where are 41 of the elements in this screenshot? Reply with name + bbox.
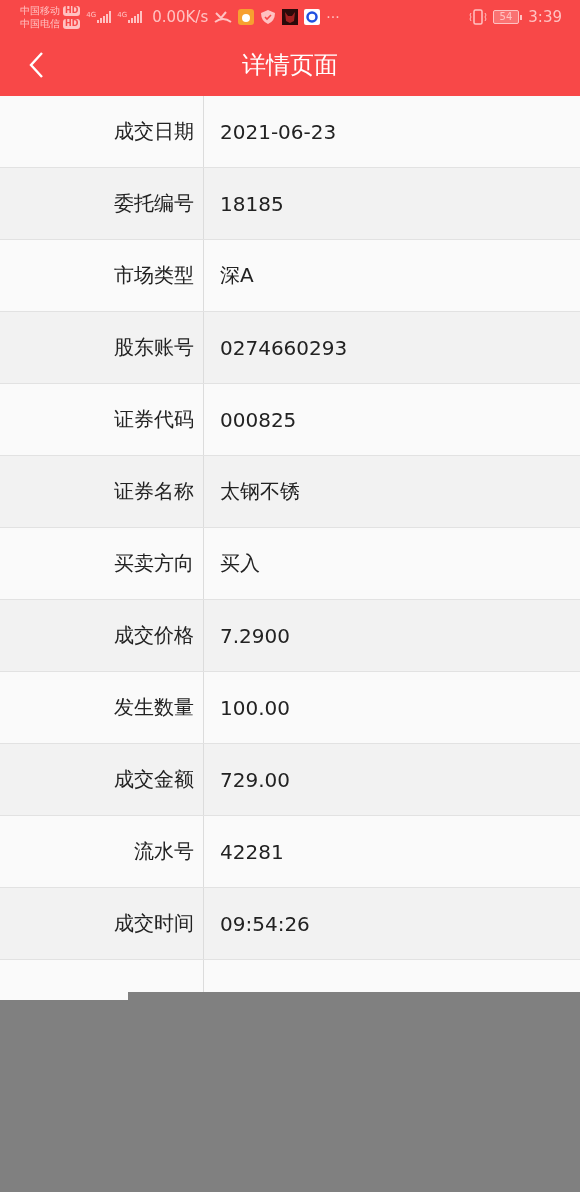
vibrate-icon bbox=[468, 9, 487, 25]
battery-level: 54 bbox=[492, 10, 520, 24]
wolf-app-icon bbox=[282, 9, 299, 25]
field-label: 市场类型 bbox=[114, 262, 194, 289]
carrier-name: 中国移动 bbox=[20, 4, 60, 17]
hd-badge: HD bbox=[63, 18, 81, 29]
field-label: 发生数量 bbox=[114, 694, 194, 721]
back-icon bbox=[28, 51, 44, 79]
hd-badge: HD bbox=[63, 5, 81, 16]
field-value: 09:54:26 bbox=[220, 911, 310, 936]
field-value: 729.00 bbox=[220, 767, 290, 792]
field-label: 证券名称 bbox=[114, 478, 194, 505]
signal-icon bbox=[97, 11, 112, 23]
field-label: 成交时间 bbox=[114, 910, 194, 937]
field-label: 证券代码 bbox=[114, 406, 194, 433]
page-title: 详情页面 bbox=[242, 50, 338, 81]
more-indicator: ··· bbox=[326, 9, 340, 25]
field-value: 100.00 bbox=[220, 695, 290, 720]
field-label: 成交价格 bbox=[114, 622, 194, 649]
field-value: 42281 bbox=[220, 839, 284, 864]
clock: 3:39 bbox=[528, 8, 562, 26]
field-label: 成交日期 bbox=[114, 118, 194, 145]
field-value: 7.2900 bbox=[220, 623, 290, 648]
missed-call-icon bbox=[214, 9, 233, 25]
field-value: 买入 bbox=[220, 550, 260, 577]
signal-icon bbox=[128, 11, 143, 23]
field-label: 成交金额 bbox=[114, 766, 194, 793]
field-label: 股东账号 bbox=[114, 334, 194, 361]
carrier-name: 中国电信 bbox=[20, 17, 60, 30]
field-label: 买卖方向 bbox=[114, 550, 194, 577]
field-label: 委托编号 bbox=[114, 190, 194, 217]
field-value: 2021-06-23 bbox=[220, 119, 337, 144]
circle-app-icon bbox=[304, 9, 321, 25]
field-label: 流水号 bbox=[134, 838, 194, 865]
field-value: 0274660293 bbox=[220, 335, 348, 360]
field-value: 18185 bbox=[220, 191, 284, 216]
field-value: 太钢不锈 bbox=[220, 478, 300, 505]
shield-icon bbox=[260, 9, 277, 25]
field-value: 000825 bbox=[220, 407, 297, 432]
network-speed: 0.00K/s bbox=[152, 8, 209, 26]
field-value: 深A bbox=[220, 262, 254, 289]
